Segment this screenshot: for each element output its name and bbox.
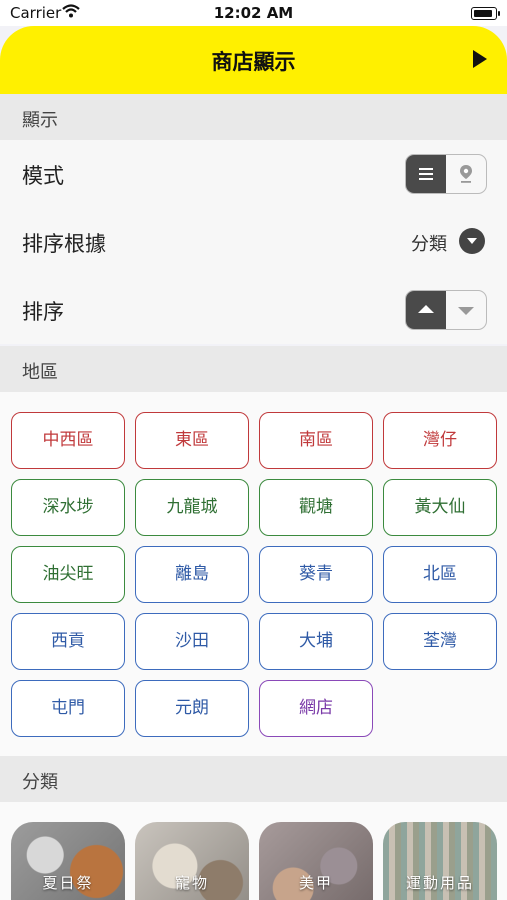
list-mode-button[interactable]	[406, 155, 446, 193]
map-pin-icon	[459, 164, 473, 188]
mode-row: 模式	[0, 140, 507, 208]
category-label: 夏日祭	[42, 874, 94, 892]
area-grid: 中西區 東區 南區 灣仔 深水埗 九龍城 觀塘 黃大仙 油尖旺 離島 葵青 北區…	[0, 392, 507, 756]
area-chip[interactable]: 南區	[259, 412, 373, 469]
app-header: 商店顯示	[0, 26, 507, 94]
status-bar: Carrier 12:02 AM	[0, 0, 507, 26]
area-chip[interactable]: 元朗	[135, 680, 249, 737]
category-grid: 夏日祭 寵物 美甲 運動用品	[0, 802, 507, 900]
area-chip[interactable]: 葵青	[259, 546, 373, 603]
ascending-button[interactable]	[406, 291, 446, 329]
area-chip[interactable]: 西貢	[11, 613, 125, 670]
order-toggle	[405, 290, 487, 330]
arrow-up-icon	[418, 305, 434, 313]
area-chip[interactable]: 屯門	[11, 680, 125, 737]
section-title-display: 顯示	[22, 110, 58, 131]
area-chip[interactable]: 深水埗	[11, 479, 125, 536]
arrow-down-icon	[458, 307, 474, 315]
section-title-area: 地區	[22, 362, 58, 383]
mode-label: 模式	[22, 164, 64, 188]
area-chip[interactable]: 網店	[259, 680, 373, 737]
sort-by-row: 排序根據 分類	[0, 208, 507, 276]
sort-by-value[interactable]: 分類	[411, 230, 447, 256]
area-chip[interactable]: 荃灣	[383, 613, 497, 670]
category-tile[interactable]: 寵物	[135, 822, 249, 900]
section-title-category: 分類	[22, 772, 58, 793]
area-chip[interactable]: 油尖旺	[11, 546, 125, 603]
area-chip[interactable]: 東區	[135, 412, 249, 469]
category-label: 寵物	[174, 874, 209, 892]
mode-toggle	[405, 154, 487, 194]
category-label: 美甲	[298, 874, 333, 892]
area-chip[interactable]: 離島	[135, 546, 249, 603]
area-chip[interactable]: 九龍城	[135, 479, 249, 536]
play-icon[interactable]	[473, 50, 487, 68]
page-title: 商店顯示	[211, 50, 296, 74]
category-tile[interactable]: 美甲	[259, 822, 373, 900]
area-chip[interactable]: 大埔	[259, 613, 373, 670]
area-chip[interactable]: 北區	[383, 546, 497, 603]
map-mode-button[interactable]	[446, 155, 486, 193]
area-chip[interactable]: 中西區	[11, 412, 125, 469]
battery-icon	[471, 7, 500, 20]
order-label: 排序	[22, 300, 64, 324]
area-chip[interactable]: 沙田	[135, 613, 249, 670]
section-header-area: 地區	[0, 346, 507, 392]
section-header-display: 顯示	[0, 94, 507, 140]
status-time: 12:02 AM	[213, 4, 294, 22]
descending-button[interactable]	[446, 291, 486, 329]
sort-by-label: 排序根據	[22, 232, 106, 256]
area-chip[interactable]: 觀塘	[259, 479, 373, 536]
category-tile[interactable]: 運動用品	[383, 822, 497, 900]
list-icon	[419, 168, 433, 180]
chevron-down-icon[interactable]	[459, 228, 485, 254]
section-header-category: 分類	[0, 756, 507, 802]
category-tile[interactable]: 夏日祭	[11, 822, 125, 900]
area-chip[interactable]: 黃大仙	[383, 479, 497, 536]
category-label: 運動用品	[405, 874, 474, 892]
order-row: 排序	[0, 276, 507, 344]
area-chip[interactable]: 灣仔	[383, 412, 497, 469]
